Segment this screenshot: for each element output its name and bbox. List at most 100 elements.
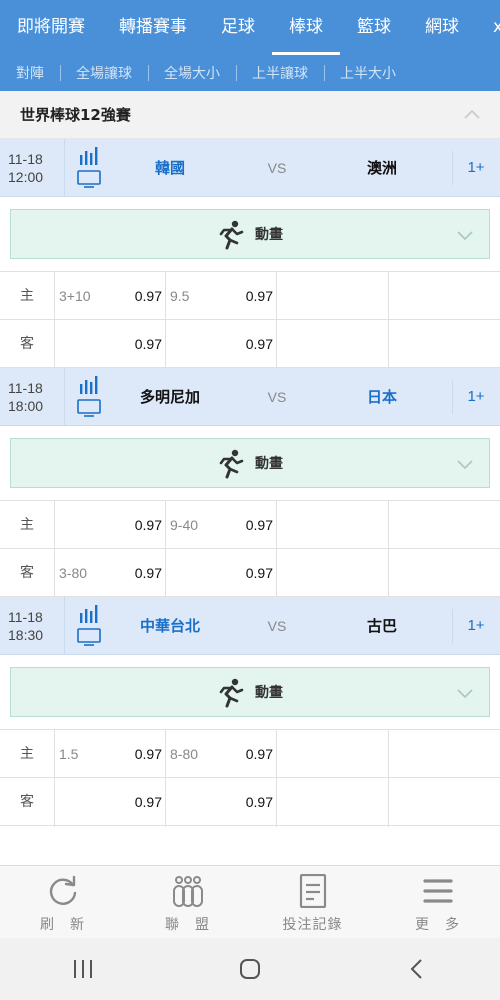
tab-basketball[interactable]: 籃球: [340, 0, 408, 55]
tv-icon[interactable]: [77, 399, 101, 417]
tab-upcoming[interactable]: 即將開賽: [0, 0, 102, 55]
side-label: 客: [20, 794, 34, 810]
divider: [388, 501, 389, 598]
odds-button[interactable]: 0.97: [110, 778, 162, 826]
chevron-up-icon[interactable]: [462, 105, 482, 125]
tab-tennis[interactable]: 網球: [408, 0, 476, 55]
odds-button[interactable]: 0.97: [110, 549, 162, 597]
more-bets-button[interactable]: 1+: [454, 139, 498, 197]
odds-button[interactable]: 0.97: [110, 320, 162, 368]
match-date: 11-18: [8, 609, 43, 625]
odds-button[interactable]: 0.97: [220, 272, 273, 320]
vs-label: VS: [267, 618, 287, 634]
animation-toggle[interactable]: 動畫: [10, 667, 490, 717]
tab-overflow[interactable]: x: [476, 0, 500, 55]
odds-button[interactable]: 0.97: [110, 501, 162, 549]
stats-icon[interactable]: [78, 605, 100, 623]
divider: [54, 730, 55, 827]
divider: [54, 501, 55, 598]
odds-table: 主 0.97 9-40 0.97 客 3-80 0.97 0.97: [0, 500, 500, 598]
divider: [276, 501, 277, 598]
match-datetime: 11-18 12:00: [8, 150, 43, 186]
nav-label: 投注記錄: [282, 917, 343, 933]
match-time: 18:30: [8, 627, 44, 643]
match-time: 12:00: [8, 169, 44, 185]
side-label: 客: [20, 565, 34, 581]
runner-icon: [219, 220, 244, 250]
home-button[interactable]: [167, 938, 334, 1000]
animation-label: 動畫: [255, 227, 283, 243]
nav-refresh[interactable]: 刷 新: [0, 866, 125, 938]
odds-button[interactable]: 0.97: [220, 778, 273, 826]
match-date: 11-18: [8, 380, 43, 396]
match-header[interactable]: 11-18 12:00 韓國 VS 澳洲 1+: [0, 139, 500, 197]
side-label: 主: [20, 517, 34, 533]
animation-toggle[interactable]: 動畫: [10, 209, 490, 259]
back-button[interactable]: [333, 938, 500, 1000]
divider: [388, 272, 389, 369]
match-time: 18:00: [8, 398, 44, 414]
home-team: 多明尼加: [139, 388, 200, 406]
odds-button[interactable]: 0.97: [220, 549, 273, 597]
odds-table: 主 1.5 0.97 8-80 0.97 客 0.97 0.97: [0, 729, 500, 827]
vs-label: VS: [267, 389, 287, 405]
away-team: 日本: [366, 388, 397, 406]
table-row: 主 0.97 9-40 0.97: [0, 501, 500, 549]
nav-bet-records[interactable]: 投注記錄: [250, 866, 375, 938]
bet-type-tabs: 對陣 全場讓球 全場大小 上半讓球 上半大小: [0, 55, 500, 91]
match-header[interactable]: 11-18 18:30 中華台北 VS 古巴 1+: [0, 597, 500, 655]
odds-button[interactable]: 0.97: [220, 730, 273, 778]
match-header[interactable]: 11-18 18:00 多明尼加 VS 日本 1+: [0, 368, 500, 426]
table-row: 主 3+10 0.97 9.5 0.97: [0, 272, 500, 320]
tab-baseball[interactable]: 棒球: [272, 0, 340, 55]
odds-button[interactable]: 0.97: [110, 272, 162, 320]
animation-label: 動畫: [255, 685, 283, 701]
more-bets-button[interactable]: 1+: [454, 597, 498, 655]
subtab-full-over-under[interactable]: 全場大小: [148, 63, 236, 83]
recent-apps-button[interactable]: [0, 938, 167, 1000]
runner-icon: [219, 449, 244, 479]
divider: [276, 730, 277, 827]
stats-icon[interactable]: [78, 376, 100, 394]
table-row: 客 3-80 0.97 0.97: [0, 549, 500, 597]
menu-icon: [422, 879, 453, 903]
subtab-matchup[interactable]: 對陣: [0, 63, 60, 83]
sport-tabs: 即將開賽 轉播賽事 足球 棒球 籃球 網球 x: [0, 0, 500, 55]
match-datetime: 11-18 18:00: [8, 379, 43, 415]
league-header[interactable]: 世界棒球12強賽: [0, 91, 500, 139]
league-icon: [172, 876, 203, 907]
divider: [64, 368, 65, 426]
tab-football[interactable]: 足球: [204, 0, 272, 55]
more-bets-button[interactable]: 1+: [454, 368, 498, 426]
divider: [452, 151, 453, 185]
runner-icon: [219, 678, 244, 708]
divider: [64, 597, 65, 655]
match-datetime: 11-18 18:30: [8, 608, 43, 644]
side-label: 客: [20, 336, 34, 352]
stats-icon[interactable]: [78, 147, 100, 165]
nav-label: 刷 新: [40, 917, 85, 933]
tv-icon[interactable]: [77, 170, 101, 188]
side-label: 主: [20, 288, 34, 304]
nav-more[interactable]: 更 多: [375, 866, 500, 938]
nav-label: 更 多: [415, 917, 460, 933]
subtab-full-handicap[interactable]: 全場讓球: [60, 63, 148, 83]
subtab-half-over-under[interactable]: 上半大小: [324, 63, 412, 83]
system-nav-bar: [0, 938, 500, 1000]
odds-button[interactable]: 0.97: [220, 320, 273, 368]
home-team: 韓國: [154, 159, 185, 177]
nav-league[interactable]: 聯 盟: [125, 866, 250, 938]
odds-button[interactable]: 0.97: [220, 501, 273, 549]
refresh-icon: [49, 875, 76, 905]
subtab-half-handicap[interactable]: 上半讓球: [236, 63, 324, 83]
tv-icon[interactable]: [77, 628, 101, 646]
bottom-nav: 刷 新 聯 盟 投注記錄 更 多: [0, 865, 500, 938]
tab-broadcast[interactable]: 轉播賽事: [102, 0, 204, 55]
recent-apps-icon: [74, 960, 93, 978]
animation-toggle[interactable]: 動畫: [10, 438, 490, 488]
table-row: 客 0.97 0.97: [0, 320, 500, 368]
odds-button[interactable]: 0.97: [110, 730, 162, 778]
back-icon: [410, 959, 422, 979]
odds-table: 主 3+10 0.97 9.5 0.97 客 0.97 0.97: [0, 271, 500, 369]
chevron-down-icon: [457, 460, 473, 470]
